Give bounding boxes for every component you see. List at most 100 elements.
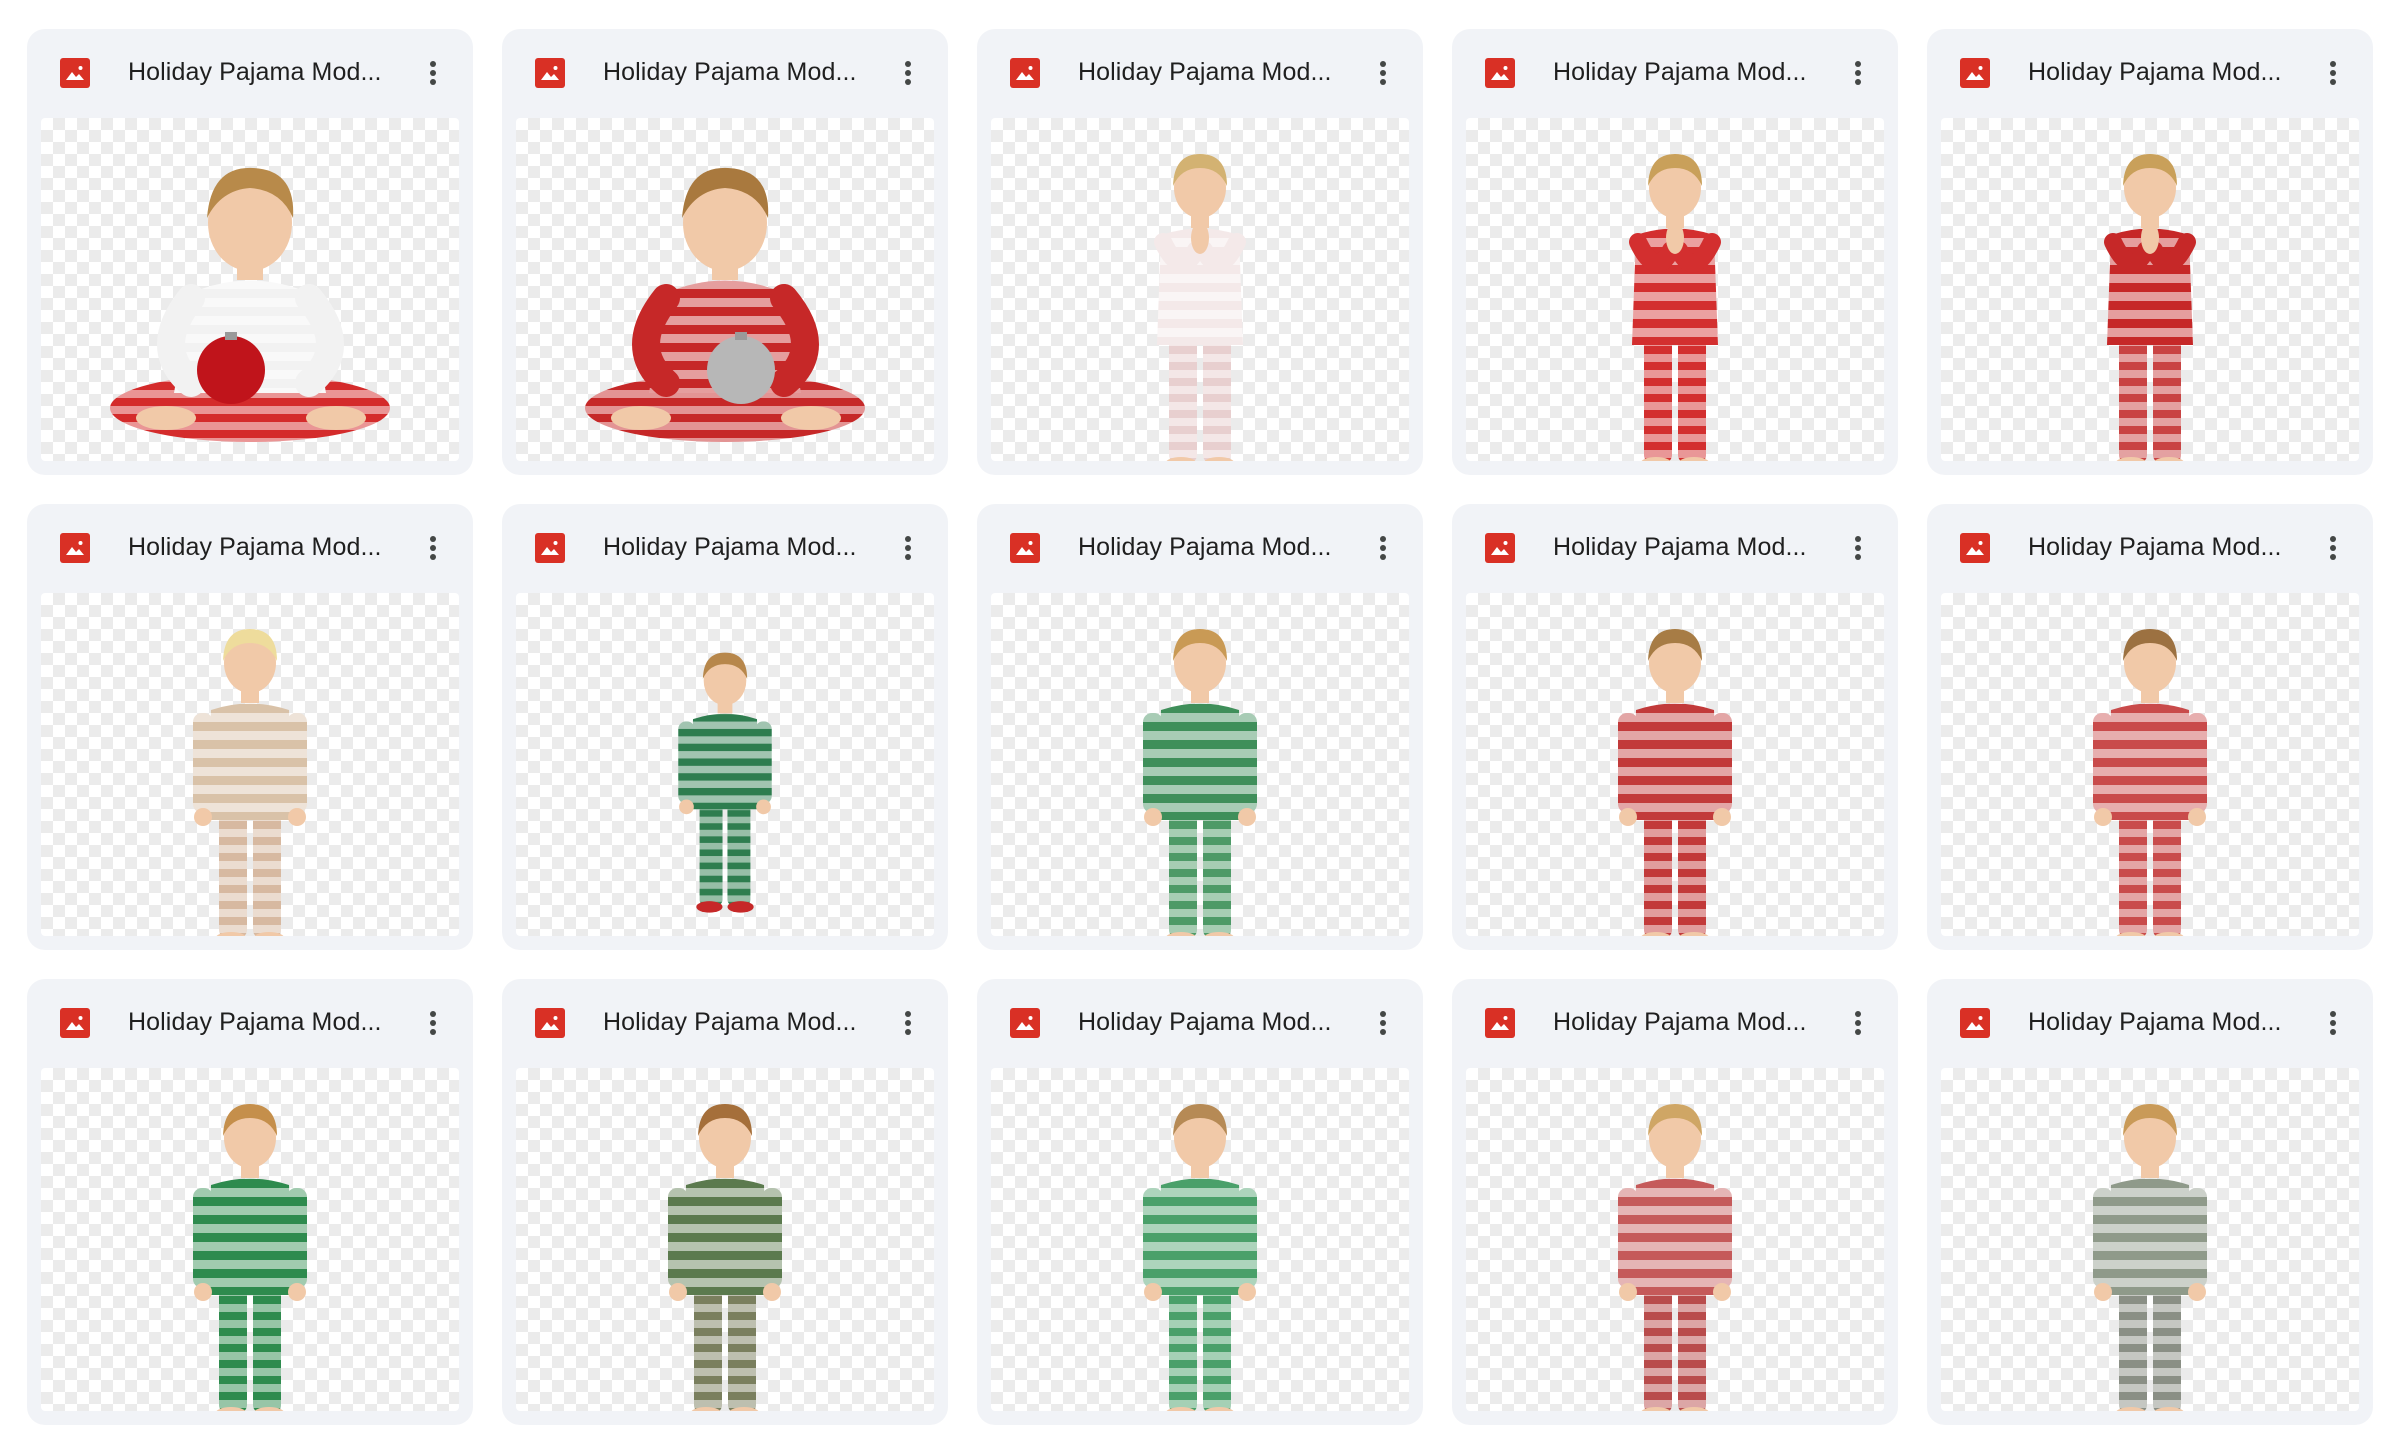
more-vert-icon [1855, 61, 1861, 85]
file-thumbnail[interactable] [1466, 118, 1884, 461]
kid-pajama-illustration [2093, 629, 2207, 936]
file-title: Holiday Pajama Mod... [603, 1008, 857, 1036]
more-actions-button[interactable] [413, 51, 453, 95]
file-card-header: Holiday Pajama Mod... [502, 504, 948, 591]
more-actions-button[interactable] [1363, 51, 1403, 95]
kid-pajama-illustration [585, 167, 865, 442]
more-vert-icon [1855, 1011, 1861, 1035]
image-file-icon [1010, 58, 1040, 88]
kid-pajama-illustration [678, 652, 772, 913]
more-vert-icon [2330, 1011, 2336, 1035]
image-file-icon [1960, 533, 1990, 563]
file-title: Holiday Pajama Mod... [128, 1008, 382, 1036]
file-card-header: Holiday Pajama Mod... [502, 29, 948, 116]
file-card-header: Holiday Pajama Mod... [1927, 979, 2373, 1066]
kid-pajama-illustration [1629, 154, 1721, 461]
more-actions-button[interactable] [1363, 1001, 1403, 1045]
more-vert-icon [1855, 536, 1861, 560]
image-file-icon [1010, 533, 1040, 563]
kid-pajama-illustration [1143, 1104, 1257, 1411]
file-card-1[interactable]: Holiday Pajama Mod... [27, 29, 473, 475]
image-file-icon [1960, 58, 1990, 88]
file-title: Holiday Pajama Mod... [603, 58, 857, 86]
more-actions-button[interactable] [1363, 526, 1403, 570]
image-file-icon [60, 58, 90, 88]
file-card-15[interactable]: Holiday Pajama Mod... [1927, 979, 2373, 1425]
more-actions-button[interactable] [413, 526, 453, 570]
kid-pajama-illustration [1618, 1104, 1732, 1411]
image-file-icon [535, 1008, 565, 1038]
file-card-2[interactable]: Holiday Pajama Mod... [502, 29, 948, 475]
file-card-header: Holiday Pajama Mod... [977, 979, 1423, 1066]
more-actions-button[interactable] [1838, 1001, 1878, 1045]
more-actions-button[interactable] [888, 51, 928, 95]
image-file-icon [535, 58, 565, 88]
more-actions-button[interactable] [888, 526, 928, 570]
file-card-header: Holiday Pajama Mod... [27, 979, 473, 1066]
file-card-header: Holiday Pajama Mod... [1452, 979, 1898, 1066]
file-card-4[interactable]: Holiday Pajama Mod... [1452, 29, 1898, 475]
file-card-12[interactable]: Holiday Pajama Mod... [502, 979, 948, 1425]
image-file-icon [1485, 1008, 1515, 1038]
file-card-header: Holiday Pajama Mod... [1452, 29, 1898, 116]
more-actions-button[interactable] [2313, 51, 2353, 95]
file-thumbnail[interactable] [991, 593, 1409, 936]
file-thumbnail[interactable] [516, 1068, 934, 1411]
file-card-header: Holiday Pajama Mod... [1927, 504, 2373, 591]
file-title: Holiday Pajama Mod... [1553, 533, 1807, 561]
file-card-14[interactable]: Holiday Pajama Mod... [1452, 979, 1898, 1425]
more-vert-icon [430, 1011, 436, 1035]
file-card-header: Holiday Pajama Mod... [27, 504, 473, 591]
more-actions-button[interactable] [413, 1001, 453, 1045]
kid-pajama-illustration [193, 629, 307, 936]
file-thumbnail[interactable] [41, 593, 459, 936]
file-thumbnail[interactable] [1941, 118, 2359, 461]
image-file-icon [535, 533, 565, 563]
file-title: Holiday Pajama Mod... [128, 533, 382, 561]
file-thumbnail[interactable] [41, 1068, 459, 1411]
image-file-icon [1485, 58, 1515, 88]
more-vert-icon [1380, 1011, 1386, 1035]
more-vert-icon [430, 61, 436, 85]
file-title: Holiday Pajama Mod... [128, 58, 382, 86]
kid-pajama-illustration [668, 1104, 782, 1411]
more-actions-button[interactable] [2313, 526, 2353, 570]
file-thumbnail[interactable] [991, 1068, 1409, 1411]
file-card-7[interactable]: Holiday Pajama Mod... [502, 504, 948, 950]
file-card-6[interactable]: Holiday Pajama Mod... [27, 504, 473, 950]
more-actions-button[interactable] [1838, 51, 1878, 95]
more-actions-button[interactable] [1838, 526, 1878, 570]
more-actions-button[interactable] [2313, 1001, 2353, 1045]
file-thumbnail[interactable] [1466, 1068, 1884, 1411]
file-card-11[interactable]: Holiday Pajama Mod... [27, 979, 473, 1425]
file-title: Holiday Pajama Mod... [2028, 58, 2282, 86]
more-vert-icon [905, 61, 911, 85]
file-card-5[interactable]: Holiday Pajama Mod... [1927, 29, 2373, 475]
more-vert-icon [2330, 61, 2336, 85]
file-title: Holiday Pajama Mod... [2028, 533, 2282, 561]
kid-pajama-illustration [1618, 629, 1732, 936]
file-card-13[interactable]: Holiday Pajama Mod... [977, 979, 1423, 1425]
file-card-10[interactable]: Holiday Pajama Mod... [1927, 504, 2373, 950]
file-thumbnail[interactable] [1941, 1068, 2359, 1411]
file-thumbnail[interactable] [991, 118, 1409, 461]
file-card-header: Holiday Pajama Mod... [27, 29, 473, 116]
more-vert-icon [2330, 536, 2336, 560]
file-thumbnail[interactable] [41, 118, 459, 461]
more-vert-icon [1380, 536, 1386, 560]
file-thumbnail[interactable] [1466, 593, 1884, 936]
more-actions-button[interactable] [888, 1001, 928, 1045]
file-card-3[interactable]: Holiday Pajama Mod... [977, 29, 1423, 475]
kid-pajama-illustration [193, 1104, 307, 1411]
file-card-header: Holiday Pajama Mod... [1452, 504, 1898, 591]
file-thumbnail[interactable] [516, 593, 934, 936]
file-card-header: Holiday Pajama Mod... [502, 979, 948, 1066]
kid-pajama-illustration [1143, 629, 1257, 936]
file-card-9[interactable]: Holiday Pajama Mod... [1452, 504, 1898, 950]
more-vert-icon [430, 536, 436, 560]
file-thumbnail[interactable] [516, 118, 934, 461]
more-vert-icon [1380, 61, 1386, 85]
file-card-8[interactable]: Holiday Pajama Mod... [977, 504, 1423, 950]
file-thumbnail[interactable] [1941, 593, 2359, 936]
file-title: Holiday Pajama Mod... [2028, 1008, 2282, 1036]
